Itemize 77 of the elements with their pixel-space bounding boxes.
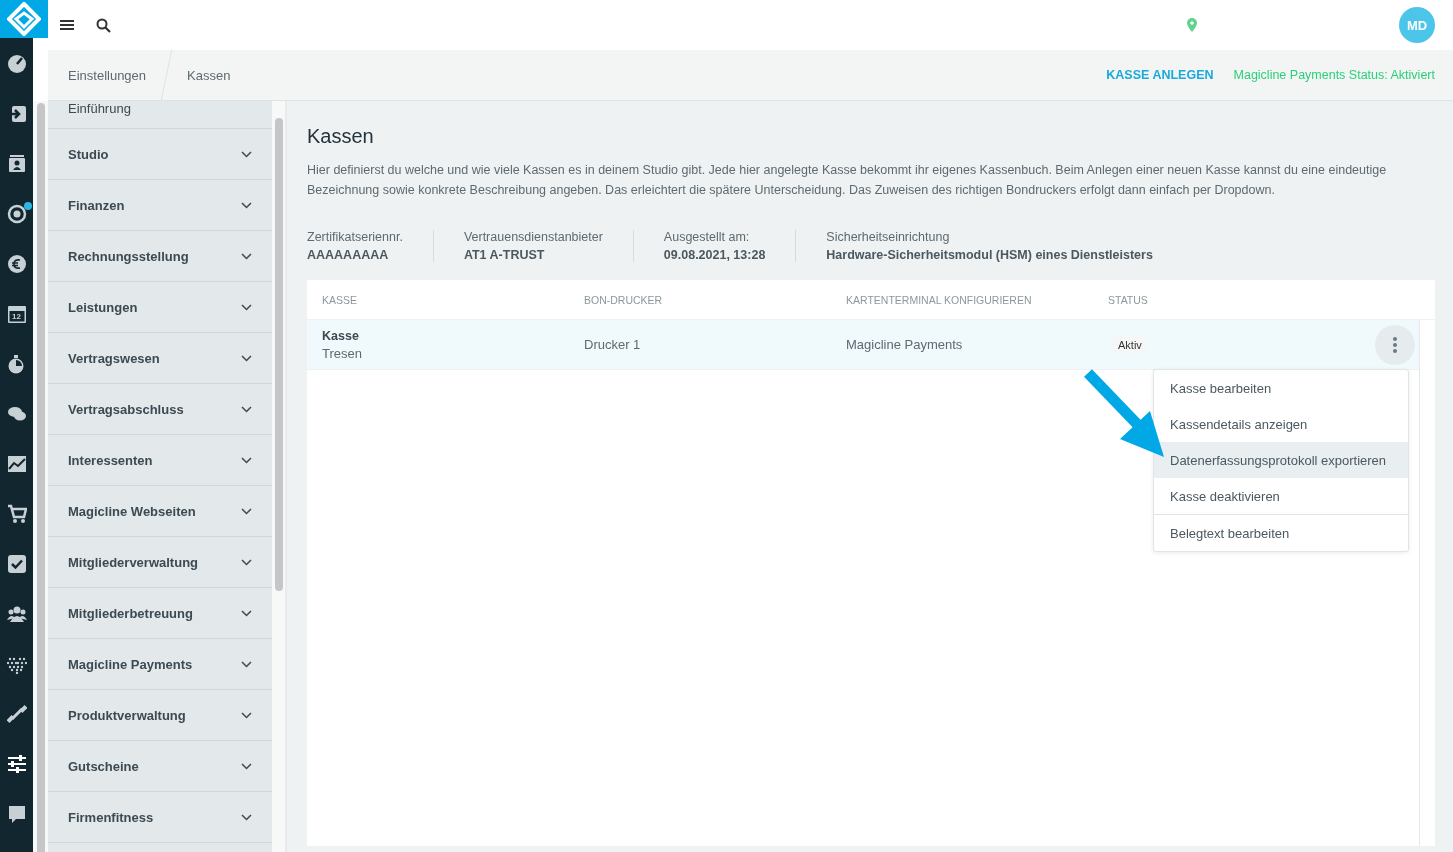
scrollbar-thumb[interactable] <box>274 118 283 591</box>
settings-category[interactable]: Vertragswesen <box>48 333 272 384</box>
table-cell-text: Drucker 1 <box>584 337 642 352</box>
chevron-down-icon <box>241 303 252 311</box>
help-icon[interactable] <box>6 804 27 824</box>
chart-icon[interactable] <box>6 454 27 474</box>
gauge-icon[interactable] <box>6 54 27 74</box>
table-cell-text: Magicline Payments <box>846 337 964 352</box>
field-value: 09.08.2021, 13:28 <box>663 248 766 262</box>
menu-icon[interactable] <box>60 19 74 31</box>
menu-item[interactable]: Belegtext bearbeiten <box>1154 515 1408 551</box>
payments-status: Magicline Payments Status: Aktiviert <box>1233 68 1435 82</box>
settings-category[interactable]: Leistungen <box>48 282 272 333</box>
settings-category[interactable]: Mitgliederbetreuung <box>48 588 272 639</box>
chevron-down-icon <box>241 405 252 413</box>
target-icon[interactable] <box>6 204 27 224</box>
register-location: Tresen <box>322 345 363 361</box>
column-header: STATUS <box>1108 293 1149 306</box>
field-value: AAAAAAAAA <box>307 248 390 262</box>
chevron-down-icon <box>241 456 252 464</box>
field-label: Vertrauensdienstanbieter <box>463 230 603 244</box>
menu-item[interactable]: Kassendetails anzeigen <box>1154 406 1408 442</box>
settings-category[interactable]: Studio <box>48 129 272 180</box>
sliders-icon[interactable] <box>6 754 27 774</box>
search-icon[interactable] <box>96 17 111 33</box>
register-name: Kasse <box>322 328 360 343</box>
settings-category[interactable]: Rechnungsstellung <box>48 231 272 282</box>
menu-item[interactable]: Datenerfassungsprotokoll exportieren <box>1154 442 1408 478</box>
euro-icon[interactable] <box>6 254 27 274</box>
cart-icon[interactable] <box>6 504 27 524</box>
settings-category[interactable]: Produktverwaltung <box>48 690 272 741</box>
chevron-down-icon <box>241 252 252 260</box>
field-label: Ausgestellt am: <box>663 230 751 244</box>
settings-category[interactable]: Vertragsabschluss <box>48 384 272 435</box>
breadcrumb-link[interactable]: Einstellungen <box>68 67 147 83</box>
settings-category[interactable]: Gutscheine <box>48 741 272 792</box>
chevron-down-icon <box>241 150 252 158</box>
chevron-down-icon <box>241 711 252 719</box>
chevron-down-icon <box>241 354 252 362</box>
scrollbar-thumb[interactable] <box>36 103 45 852</box>
chevron-down-icon <box>241 201 252 209</box>
chevron-down-icon <box>241 762 252 770</box>
more-options-button[interactable] <box>1375 324 1415 365</box>
page-title: Kassen <box>307 125 375 148</box>
settings-category[interactable]: Interessenten <box>48 435 272 486</box>
more-icon <box>1393 336 1397 353</box>
dumbbell-icon[interactable] <box>6 704 27 724</box>
status-badge: Aktiv <box>1112 336 1148 354</box>
logo-icon[interactable] <box>0 0 48 38</box>
chevron-down-icon <box>241 813 252 821</box>
chevron-down-icon <box>241 660 252 668</box>
chevron-down-icon <box>241 507 252 515</box>
table-row[interactable]: Kasse Tresen Drucker 1 Magicline Payments Aktiv <box>307 320 1420 370</box>
settings-category[interactable]: Magicline Payments <box>48 639 272 690</box>
page-description: Hier definierst du welche und wie viele Kassen es in deinem Studio gibt. Jede hier angelegte Kasse bekommt ihr eigenes Kassenbuch. Beim Anlegen einer neuen Kasse kannst du eine eindeutige Bezeichnung sowie konkrete Beschreibung angeben. Das erleichtert die spätere Unterscheidung. Das Zuweisen des richtigen Bondruckers erfolgt dann einfach per Dropdown. <box>307 162 1388 199</box>
column-header: KASSE <box>322 293 359 306</box>
menu-item[interactable]: Kasse deaktivieren <box>1154 478 1408 514</box>
menu-item[interactable]: Kasse bearbeiten <box>1154 370 1408 406</box>
calendar-day: 12 <box>0 312 33 321</box>
check-icon[interactable] <box>6 554 27 574</box>
column-header: BON-DRUCKER <box>584 293 664 306</box>
field-value: AT1 A-TRUST <box>463 248 546 262</box>
column-header: KARTENTERMINAL KONFIGURIEREN <box>846 293 1033 306</box>
chevron-down-icon <box>241 609 252 617</box>
settings-category[interactable]: Finanzen <box>48 180 272 231</box>
calendar-icon[interactable] <box>6 304 27 324</box>
contact-icon[interactable] <box>6 154 27 174</box>
group-icon[interactable] <box>6 604 27 624</box>
field-label: Sicherheitseinrichtung <box>826 230 951 244</box>
field-label: Zertifikatseriennr. <box>307 230 403 244</box>
field-value: Hardware-Sicherheitsmodul (HSM) eines Dienstleisters <box>826 248 1153 262</box>
settings-category[interactable]: Mitgliederverwaltung <box>48 537 272 588</box>
settings-category[interactable]: Firmenfitness <box>48 792 272 843</box>
settings-category[interactable]: Einführung <box>48 101 272 129</box>
settings-category[interactable]: Magicline Webseiten <box>48 486 272 537</box>
breadcrumb-link[interactable]: Kassen <box>187 67 231 83</box>
chevron-down-icon <box>241 558 252 566</box>
